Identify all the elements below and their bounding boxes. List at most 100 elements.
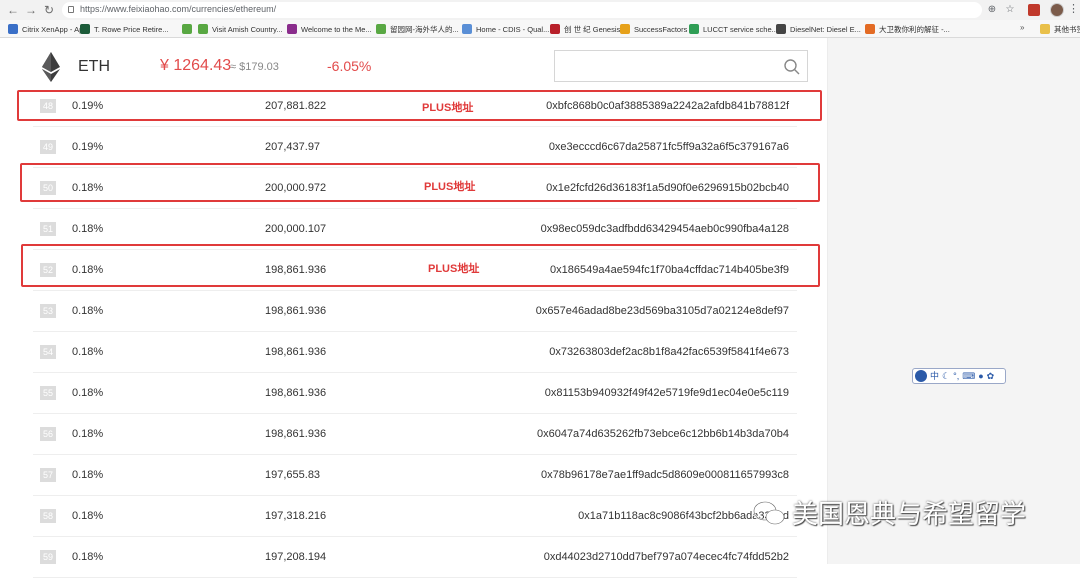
rank-badge: 57 [40, 468, 56, 482]
bookmark-label: Welcome to the Me... [301, 24, 372, 34]
ime-mode-icon[interactable]: 中 [930, 370, 939, 382]
table-row[interactable]: 53 0.18% 198,861.936 0x657e46adad8be23d569b… [33, 291, 797, 332]
table-row[interactable]: 48 0.19% 207,881.822 0xbfc868b0c0af3885389a… [33, 86, 797, 127]
ime-moon-icon[interactable]: ☾ [942, 370, 950, 382]
wallet-address[interactable]: 0x78b96178e7ae1ff9adc5d8609e000811657993… [541, 469, 789, 481]
rank-badge: 49 [40, 140, 56, 154]
wallet-address[interactable]: 0x186549a4ae594fc1f70ba4cffdac714b405be3… [550, 264, 789, 276]
bookmark-label: 创 世 纪 Genesis [564, 24, 621, 34]
wallet-address[interactable]: 0x81153b940932f49f42e5719fe9d1ec04e0e5c1… [545, 387, 789, 399]
bookmarks-overflow-icon[interactable]: » [1020, 23, 1024, 32]
bookmark-item[interactable]: Citrix XenApp - Ap... [8, 23, 90, 35]
wallet-address[interactable]: 0xd44023d2710dd7bef797a074ecec4fc74fdd52… [544, 551, 789, 563]
holding-percent: 0.19% [72, 100, 104, 112]
bookmark-favicon-icon [80, 24, 90, 34]
bookmark-favicon-icon [550, 24, 560, 34]
table-row[interactable]: 57 0.18% 197,655.83 0x78b96178e7ae1ff9adc5d… [33, 455, 797, 496]
profile-avatar[interactable] [1050, 3, 1064, 17]
folder-icon [1040, 24, 1050, 34]
wallet-address[interactable]: 0x73263803def2ac8b1f8a42fac6539f5841f4e6… [549, 346, 789, 358]
menu-icon[interactable]: ⋮ [1068, 2, 1079, 15]
bookmark-item[interactable]: LUCCT service sche... [689, 23, 778, 35]
ime-punct-icon[interactable]: °, [953, 370, 959, 382]
extension-icon[interactable] [1028, 4, 1040, 16]
bookmark-item[interactable]: Visit Amish Country... [198, 23, 283, 35]
table-row[interactable]: 56 0.18% 198,861.936 0x6047a74d635262fb73eb… [33, 414, 797, 455]
browser-toolbar: ← → ↻ https://www.feixiaohao.com/currenc… [0, 0, 1080, 20]
bookmark-star-icon[interactable]: ☆ [1004, 4, 1016, 16]
other-bookmarks[interactable]: 其他书签 [1040, 23, 1080, 35]
bookmark-item[interactable] [182, 23, 196, 35]
bookmark-item[interactable]: Welcome to the Me... [287, 23, 372, 35]
bookmark-favicon-icon [182, 24, 192, 34]
bookmark-item[interactable]: SuccessFactors [620, 23, 687, 35]
rank-badge: 59 [40, 550, 56, 564]
holding-quantity: 197,655.83 [265, 469, 321, 481]
wallet-address[interactable]: 0xe3ecccd6c67da25871fc5ff9a32a6f5c379167… [549, 141, 789, 153]
table-row[interactable]: 52 0.18% 198,861.936 0x186549a4ae594fc1f70b… [33, 250, 797, 291]
url-text: https://www.feixiaohao.com/currencies/et… [80, 4, 277, 14]
holding-percent: 0.18% [72, 551, 104, 563]
wallet-address[interactable]: 0x657e46adad8be23d569ba3105d7a02124e8def… [536, 305, 789, 317]
table-row[interactable]: 54 0.18% 198,861.936 0x73263803def2ac8b1f8a… [33, 332, 797, 373]
table-row[interactable]: 58 0.18% 197,318.216 0x1a71b118ac8c9086f43b… [33, 496, 797, 537]
search-icon[interactable] [783, 58, 801, 76]
table-row[interactable]: 51 0.18% 200,000.107 0x98ec059dc3adfbdd6342… [33, 209, 797, 250]
holding-quantity: 207,437.97 [265, 141, 321, 153]
holding-percent: 0.18% [72, 346, 104, 358]
holding-percent: 0.18% [72, 223, 104, 235]
holding-quantity: 200,000.107 [265, 223, 327, 235]
wechat-icon [753, 500, 785, 524]
rank-badge: 51 [40, 222, 56, 236]
wallet-address[interactable]: 0xbfc868b0c0af3885389a2242a2afdb841b7881… [546, 100, 789, 112]
ime-toolbar[interactable]: 中 ☾ °, ⌨ ● ✿ [912, 368, 1006, 384]
bookmark-item[interactable]: T. Rowe Price Retire... [80, 23, 169, 35]
holding-quantity: 198,861.936 [265, 428, 327, 440]
forward-icon[interactable]: → [24, 3, 38, 17]
bookmark-favicon-icon [198, 24, 208, 34]
holding-percent: 0.18% [72, 264, 104, 276]
holding-quantity: 198,861.936 [265, 305, 327, 317]
zoom-icon[interactable]: ⊕ [986, 4, 998, 16]
bookmark-item[interactable]: DieselNet: Diesel E... [776, 23, 861, 35]
table-row[interactable]: 49 0.19% 207,437.97 0xe3ecccd6c67da25871fc5… [33, 127, 797, 168]
bookmark-label: 大卫教你利的解征 -... [879, 24, 950, 34]
ime-mic-icon[interactable]: ● [978, 370, 983, 382]
bookmark-item[interactable]: 大卫教你利的解征 -... [865, 23, 950, 35]
wallet-address[interactable]: 0x6047a74d635262fb73ebce6c12bb6b14b3da70… [537, 428, 789, 440]
side-gutter [828, 38, 1080, 564]
rank-badge: 48 [40, 99, 56, 113]
table-row[interactable]: 59 0.18% 197,208.194 0xd44023d2710dd7bef797… [33, 537, 797, 578]
ime-settings-icon[interactable]: ✿ [987, 370, 995, 382]
holding-quantity: 200,000.972 [265, 182, 327, 194]
rank-badge: 52 [40, 263, 56, 277]
back-icon[interactable]: ← [6, 3, 20, 17]
bookmark-favicon-icon [689, 24, 699, 34]
table-row[interactable]: 50 0.18% 200,000.972 0x1e2fcfd26d36183f1a5d… [33, 168, 797, 209]
bookmark-item[interactable]: 留园网-海外华人的... [376, 23, 459, 35]
bookmark-label: 留园网-海外华人的... [390, 24, 459, 34]
wallet-address[interactable]: 0x98ec059dc3adfbdd63429454aeb0c990fba4a1… [541, 223, 789, 235]
plus-address-label: PLUS地址 [424, 181, 476, 193]
search-input[interactable] [554, 50, 808, 82]
address-field[interactable]: https://www.feixiaohao.com/currencies/et… [62, 2, 982, 18]
bookmark-item[interactable]: 创 世 纪 Genesis [550, 23, 620, 35]
reload-icon[interactable]: ↻ [42, 3, 56, 17]
ime-logo-icon[interactable] [915, 370, 927, 382]
holding-percent: 0.18% [72, 387, 104, 399]
bookmark-favicon-icon [776, 24, 786, 34]
price-cny: ¥ 1264.43 [160, 57, 232, 74]
ime-keyboard-icon[interactable]: ⌨ [962, 370, 975, 382]
holding-quantity: 198,861.936 [265, 264, 327, 276]
holding-quantity: 197,208.194 [265, 551, 327, 563]
holding-percent: 0.18% [72, 182, 104, 194]
bookmark-label: Home - CDIS - Qual... [476, 24, 550, 34]
holding-percent: 0.18% [72, 305, 104, 317]
bookmark-item[interactable]: Home - CDIS - Qual... [462, 23, 549, 35]
rank-badge: 56 [40, 427, 56, 441]
wallet-address[interactable]: 0x1e2fcfd26d36183f1a5d90f0e6296915b02bcb… [546, 182, 789, 194]
bookmark-label: SuccessFactors [634, 24, 688, 34]
table-row[interactable]: 55 0.18% 198,861.936 0x81153b940932f49f42e5… [33, 373, 797, 414]
holding-quantity: 198,861.936 [265, 387, 327, 399]
rank-badge: 55 [40, 386, 56, 400]
